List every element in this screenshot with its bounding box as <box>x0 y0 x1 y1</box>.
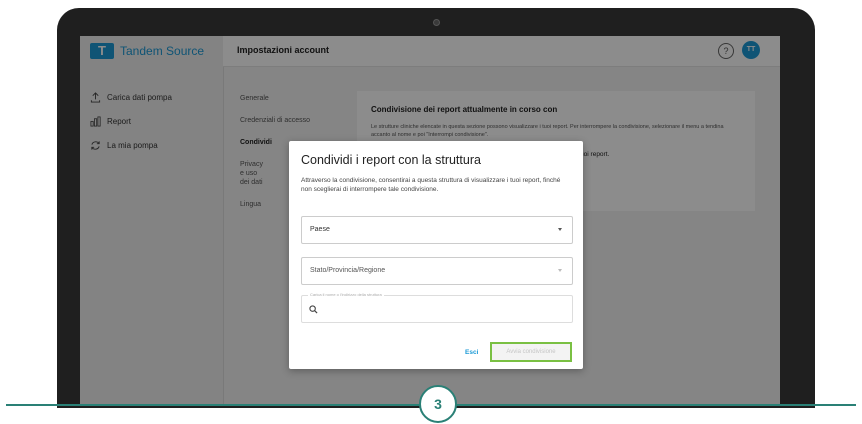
chevron-down-icon <box>558 228 562 231</box>
country-select[interactable]: Paese <box>301 216 573 244</box>
exit-button[interactable]: Esci <box>465 349 478 356</box>
search-field-label: Carica il nome o l'indirizzo della strut… <box>308 292 384 297</box>
modal-title: Condividi i report con la struttura <box>301 153 481 167</box>
step-badge: 3 <box>419 385 457 423</box>
start-sharing-button[interactable]: Avvia condivisione <box>490 342 572 362</box>
camera-icon <box>433 19 440 26</box>
search-icon <box>309 305 318 314</box>
state-select-label: Stato/Provincia/Regione <box>310 267 386 274</box>
state-select[interactable]: Stato/Provincia/Regione <box>301 257 573 285</box>
modal-description: Attraverso la condivisione, consentirai … <box>301 177 561 193</box>
country-select-label: Paese <box>310 226 330 233</box>
chevron-down-icon <box>558 269 562 272</box>
facility-search-input[interactable]: Carica il nome o l'indirizzo della strut… <box>301 292 573 323</box>
share-modal: Condividi i report con la struttura Attr… <box>289 141 583 369</box>
app-screen: T Tandem Source Carica dati pompa Report <box>80 36 780 405</box>
